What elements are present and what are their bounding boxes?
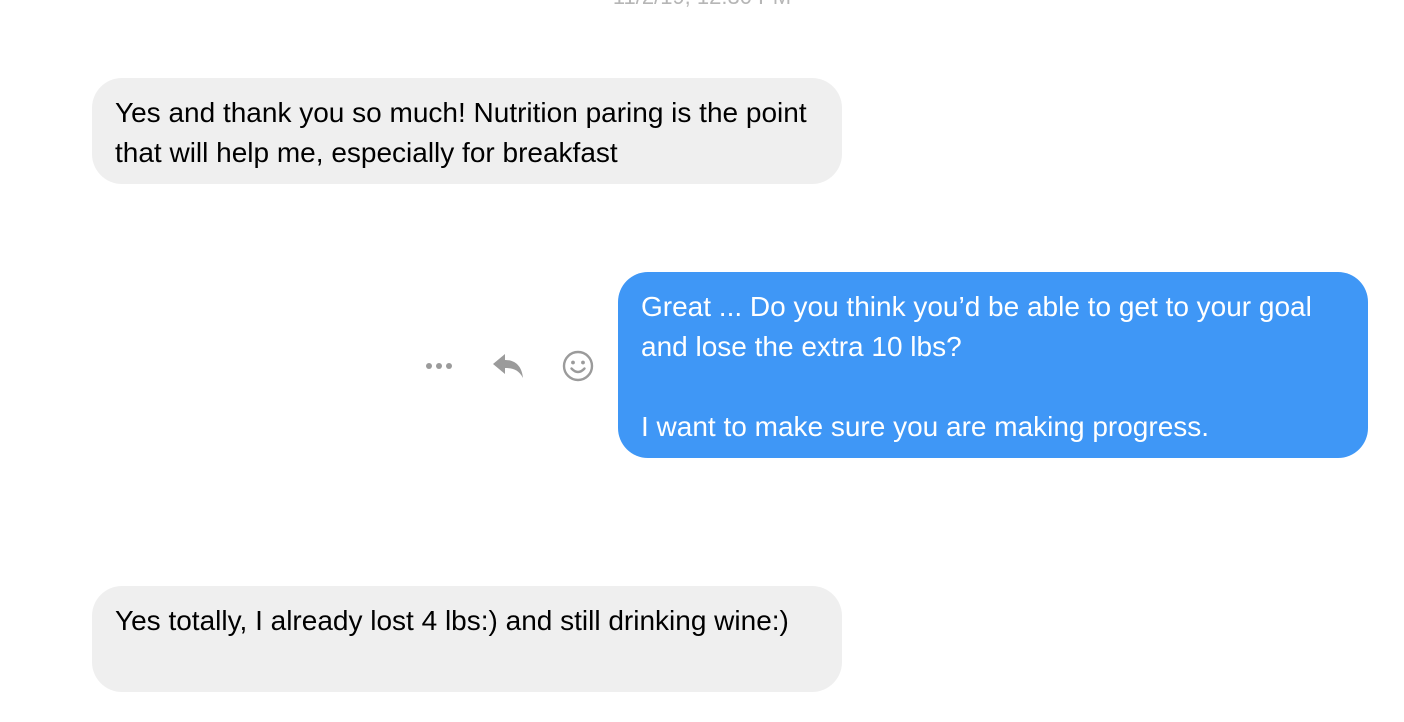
- message-bubble-incoming[interactable]: Yes and thank you so much! Nutrition par…: [92, 78, 842, 184]
- message-actions: [420, 346, 600, 386]
- emoji-react-icon: [562, 350, 594, 382]
- react-button[interactable]: [558, 346, 598, 386]
- reply-button[interactable]: [488, 346, 528, 386]
- more-icon: [426, 363, 452, 369]
- message-bubble-outgoing[interactable]: Great ... Do you think you’d be able to …: [618, 272, 1368, 458]
- more-options-button[interactable]: [420, 346, 460, 386]
- reply-icon: [493, 354, 523, 378]
- timestamp: 11/2/19, 12:30 PM: [0, 0, 1404, 8]
- message-bubble-incoming[interactable]: Yes totally, I already lost 4 lbs:) and …: [92, 586, 842, 692]
